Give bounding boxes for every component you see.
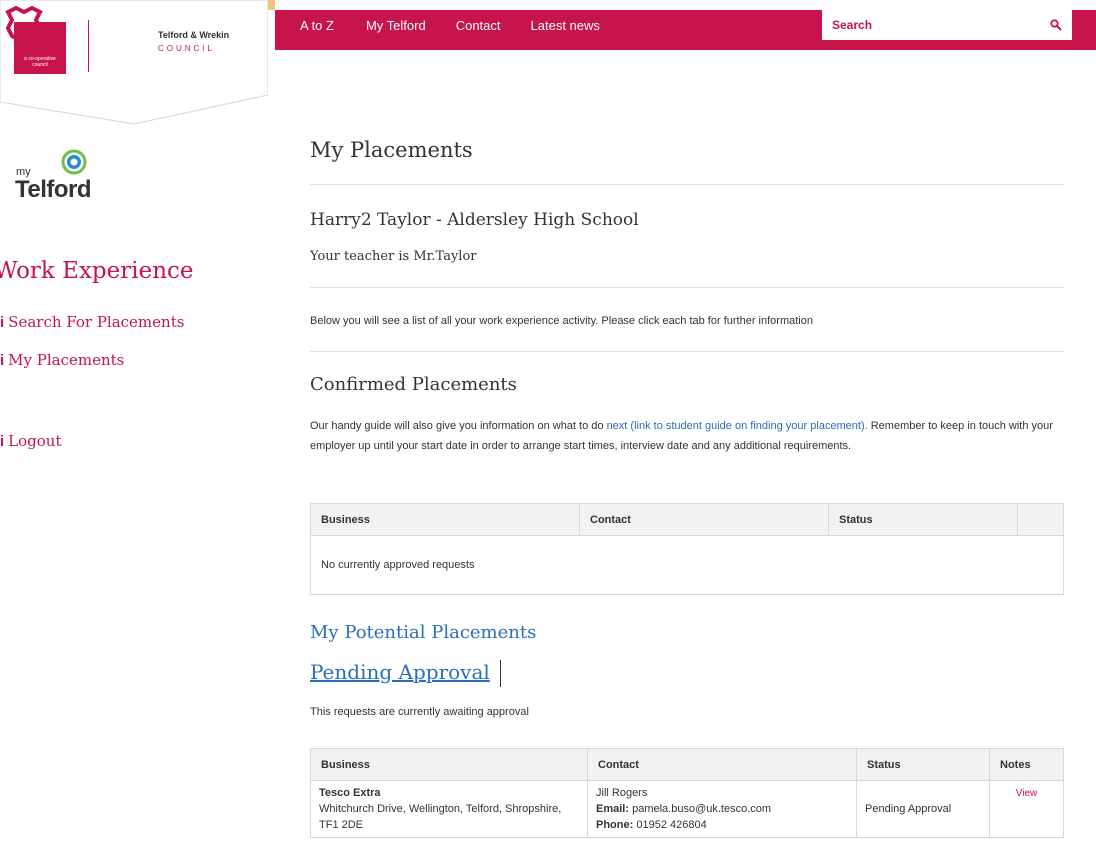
- search-box: [822, 10, 1072, 40]
- column-header: Business: [310, 748, 588, 781]
- business-name: Tesco Extra: [319, 787, 381, 799]
- business-cell: Tesco Extra Whitchurch Drive, Wellington…: [310, 780, 588, 838]
- text-cursor: [500, 660, 501, 687]
- confirmed-table: Business Contact Status No currently app…: [310, 503, 1064, 595]
- search-button[interactable]: [1040, 10, 1072, 40]
- column-header: [1017, 503, 1064, 536]
- teacher-text: Your teacher is Mr.Taylor: [310, 249, 477, 264]
- contact-email: pamela.buso@uk.tesco.com: [632, 803, 772, 815]
- student-guide-link[interactable]: next (link to student guide on finding y…: [607, 420, 868, 432]
- table-header-row: Business Contact Status Notes: [310, 748, 1064, 781]
- column-header: Contact: [587, 748, 857, 781]
- pending-table: Business Contact Status Notes Tesco Extr…: [310, 748, 1064, 838]
- main-nav: A to Z My Telford Contact Latest news: [300, 18, 630, 33]
- divider: [310, 351, 1064, 352]
- column-header: Business: [310, 503, 580, 536]
- column-header: Contact: [579, 503, 829, 536]
- contact-name: Jill Rogers: [596, 787, 648, 799]
- page-title: My Placements: [310, 138, 473, 162]
- pending-approval-tab[interactable]: Pending Approval: [310, 660, 490, 684]
- confirmed-heading: Confirmed Placements: [310, 374, 517, 395]
- table-row: No currently approved requests: [310, 535, 1064, 595]
- notes-cell: View: [989, 780, 1064, 838]
- nav-latest-news[interactable]: Latest news: [531, 18, 600, 33]
- info-icon: i: [0, 433, 5, 450]
- student-heading: Harry2 Taylor - Aldersley High School: [310, 210, 639, 230]
- view-notes-link[interactable]: View: [1016, 788, 1038, 799]
- potential-heading: My Potential Placements: [310, 622, 537, 643]
- mytelford-icon: [61, 149, 87, 175]
- nav-contact[interactable]: Contact: [456, 18, 501, 33]
- nav-my-telford[interactable]: My Telford: [366, 18, 426, 33]
- council-emblem-icon: [5, 5, 43, 42]
- contact-phone: 01952 426804: [636, 819, 707, 831]
- sidebar-item-search-placements[interactable]: i Search For Placements: [0, 313, 184, 331]
- council-name: Telford & Wrekin: [158, 30, 230, 40]
- intro-text: Below you will see a list of all your wo…: [310, 315, 813, 327]
- nav-a-to-z[interactable]: A to Z: [300, 18, 334, 33]
- column-header: Status: [828, 503, 1018, 536]
- empty-message: No currently approved requests: [310, 535, 1064, 595]
- pending-text: This requests are currently awaiting app…: [310, 706, 529, 718]
- sidebar-title: Work Experience: [0, 258, 194, 284]
- info-icon: i: [0, 314, 5, 331]
- column-header: Notes: [989, 748, 1064, 781]
- table-header-row: Business Contact Status: [310, 503, 1064, 536]
- council-subtitle: COUNCIL: [158, 44, 216, 53]
- sidebar-item-logout[interactable]: i Logout: [0, 432, 62, 450]
- search-input[interactable]: [822, 10, 1042, 40]
- council-logo[interactable]: a co-operative council Telford & Wrekin …: [0, 0, 268, 125]
- sidebar-item-my-placements[interactable]: i My Placements: [0, 351, 124, 369]
- table-row: Tesco Extra Whitchurch Drive, Wellington…: [310, 780, 1064, 838]
- contact-cell: Jill Rogers Email: pamela.buso@uk.tesco.…: [587, 780, 857, 838]
- divider: [310, 287, 1064, 288]
- info-icon: i: [0, 352, 5, 369]
- guide-text: Our handy guide will also give you infor…: [310, 420, 1053, 452]
- business-address: Whitchurch Drive, Wellington, Telford, S…: [319, 803, 562, 831]
- divider: [310, 184, 1064, 185]
- column-header: Status: [856, 748, 990, 781]
- status-cell: Pending Approval: [856, 780, 990, 838]
- search-icon: [1050, 19, 1062, 31]
